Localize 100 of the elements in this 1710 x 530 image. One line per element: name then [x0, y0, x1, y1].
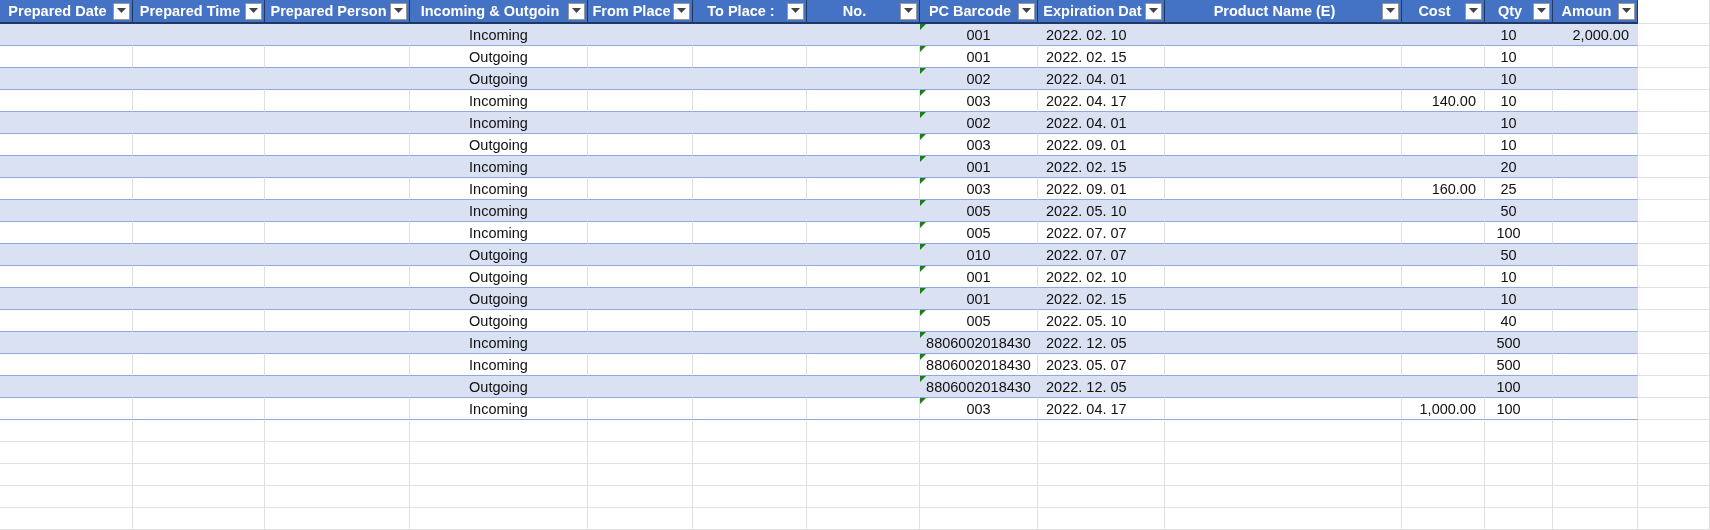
column-header: PC Barcode — [920, 0, 1038, 24]
date-cell: 2022. 04. 17 — [1038, 398, 1165, 420]
date-cell: 2022. 07. 07 — [1038, 222, 1165, 244]
direction-cell: Incoming — [410, 398, 588, 420]
barcode-text: 8806002018430 — [926, 334, 1031, 351]
date-cell: 2022. 04. 01 — [1038, 68, 1165, 90]
qty-cell: 25 — [1485, 178, 1553, 200]
direction-cell: Outgoing — [410, 288, 588, 310]
caret-icon — [1622, 8, 1631, 14]
direction-cell: Outgoing — [410, 310, 588, 332]
qty-cell: 100 — [1485, 398, 1553, 420]
direction-cell: Outgoing — [410, 244, 588, 266]
column-header: Expiration Dat — [1038, 0, 1165, 24]
date-cell: 2022. 09. 01 — [1038, 178, 1165, 200]
direction-cell: Incoming — [410, 90, 588, 112]
barcode-text: 005 — [966, 312, 991, 329]
caret-icon — [249, 8, 258, 14]
column-header: Prepared Time — [133, 0, 265, 24]
cost-cell: 160.00 — [1402, 178, 1485, 200]
date-cell: 2022. 04. 17 — [1038, 90, 1165, 112]
barcode-text: 001 — [966, 290, 991, 307]
caret-icon — [791, 8, 800, 14]
direction-cell: Outgoing — [410, 68, 588, 90]
barcode-text: 001 — [966, 26, 991, 43]
date-cell: 2022. 05. 10 — [1038, 310, 1165, 332]
column-header: Cost — [1402, 0, 1485, 24]
qty-cell: 50 — [1485, 244, 1553, 266]
barcode-text: 003 — [966, 92, 991, 109]
caret-icon — [1022, 8, 1031, 14]
column-header: Amoun — [1553, 0, 1638, 24]
direction-cell: Outgoing — [410, 134, 588, 156]
filter-button[interactable] — [390, 2, 407, 20]
caret-icon — [904, 8, 913, 14]
direction-cell: Incoming — [410, 156, 588, 178]
barcode-text: 003 — [966, 180, 991, 197]
caret-icon — [572, 8, 581, 14]
qty-cell: 20 — [1485, 156, 1553, 178]
barcode-text: 002 — [966, 70, 991, 87]
barcode-text: 003 — [966, 400, 991, 417]
caret-icon — [1537, 8, 1546, 14]
qty-cell: 100 — [1485, 376, 1553, 398]
qty-cell: 40 — [1485, 310, 1553, 332]
direction-cell: Incoming — [410, 24, 588, 46]
barcode-text: 005 — [966, 202, 991, 219]
filter-button[interactable] — [787, 2, 804, 20]
column-header: Qty — [1485, 0, 1553, 24]
barcode-text: 003 — [966, 136, 991, 153]
barcode-text: 001 — [966, 48, 991, 65]
filter-button[interactable] — [1145, 2, 1162, 20]
caret-icon — [1469, 8, 1478, 14]
cost-cell: 1,000.00 — [1402, 398, 1485, 420]
column-header: From Place — [588, 0, 693, 24]
date-cell: 2023. 05. 07 — [1038, 354, 1165, 376]
barcode-text: 8806002018430 — [926, 378, 1031, 395]
column-header: Prepared Person — [265, 0, 410, 24]
direction-cell: Incoming — [410, 112, 588, 134]
barcode-text: 8806002018430 — [926, 356, 1031, 373]
date-cell: 2022. 12. 05 — [1038, 332, 1165, 354]
filter-button[interactable] — [568, 2, 585, 20]
date-cell: 2022. 02. 15 — [1038, 156, 1165, 178]
qty-cell: 10 — [1485, 24, 1553, 46]
column-header: Product Name (E) — [1165, 0, 1402, 24]
filter-button[interactable] — [1018, 2, 1035, 20]
date-cell: 2022. 02. 10 — [1038, 24, 1165, 46]
filter-button[interactable] — [1465, 2, 1482, 20]
column-header: Prepared Date — [0, 0, 133, 24]
filter-button[interactable] — [673, 2, 690, 20]
caret-icon — [1149, 8, 1158, 14]
direction-cell: Incoming — [410, 200, 588, 222]
direction-cell: Outgoing — [410, 266, 588, 288]
date-cell: 2022. 07. 07 — [1038, 244, 1165, 266]
qty-cell: 100 — [1485, 222, 1553, 244]
date-cell: 2022. 02. 15 — [1038, 46, 1165, 68]
date-cell: 2022. 09. 01 — [1038, 134, 1165, 156]
date-cell: 2022. 04. 01 — [1038, 112, 1165, 134]
direction-cell: Incoming — [410, 178, 588, 200]
qty-cell: 10 — [1485, 68, 1553, 90]
barcode-text: 010 — [966, 246, 991, 263]
filter-button[interactable] — [1533, 2, 1550, 20]
barcode-text: 002 — [966, 114, 991, 131]
date-cell: 2022. 02. 15 — [1038, 288, 1165, 310]
filter-button[interactable] — [113, 2, 130, 20]
filter-button[interactable] — [1382, 2, 1399, 20]
amount-cell: 2,000.00 — [1553, 24, 1638, 46]
direction-cell: Incoming — [410, 332, 588, 354]
column-header: No. — [807, 0, 920, 24]
barcode-text: 005 — [966, 224, 991, 241]
direction-cell: Outgoing — [410, 376, 588, 398]
date-cell: 2022. 12. 05 — [1038, 376, 1165, 398]
caret-icon — [394, 8, 403, 14]
filter-button[interactable] — [1618, 2, 1635, 20]
caret-icon — [117, 8, 126, 14]
date-cell: 2022. 05. 10 — [1038, 200, 1165, 222]
filter-button[interactable] — [900, 2, 917, 20]
barcode-text: 001 — [966, 268, 991, 285]
qty-cell: 500 — [1485, 332, 1553, 354]
direction-cell: Outgoing — [410, 46, 588, 68]
filter-button[interactable] — [245, 2, 262, 20]
cost-cell: 140.00 — [1402, 90, 1485, 112]
qty-cell: 10 — [1485, 46, 1553, 68]
